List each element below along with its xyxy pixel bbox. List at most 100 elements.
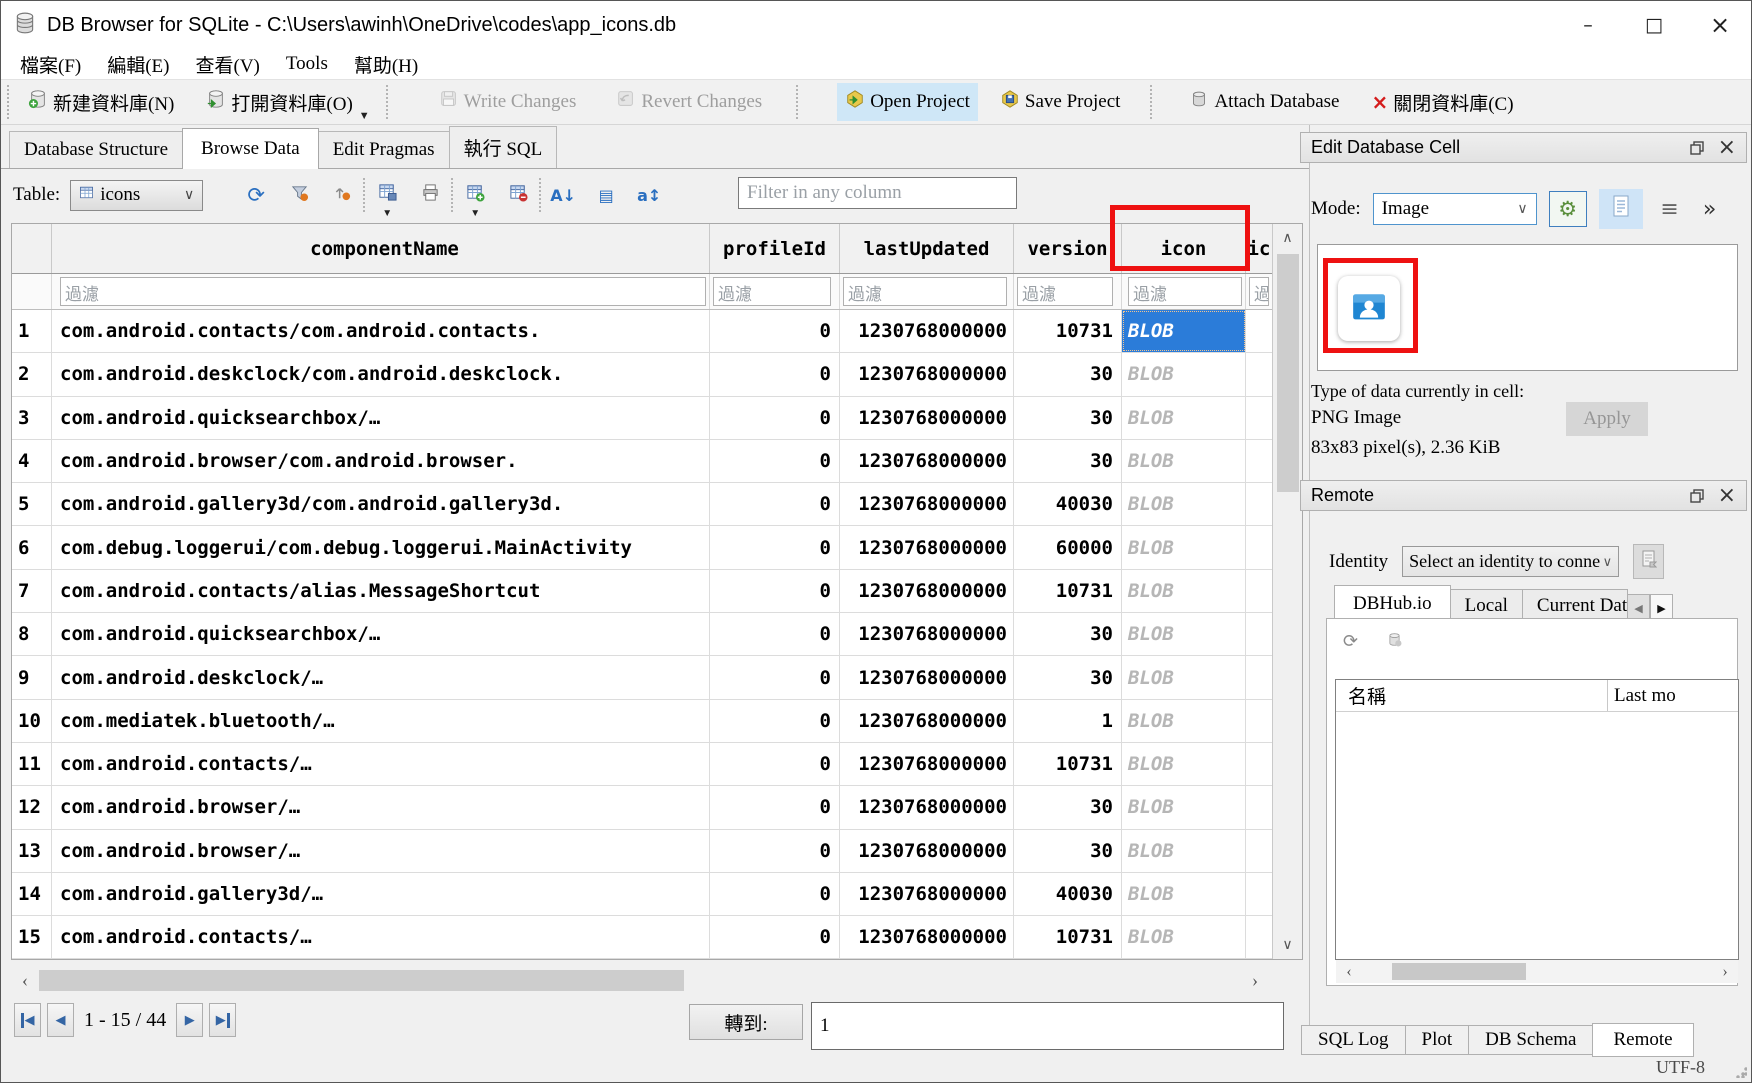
- cell[interactable]: 11: [12, 743, 52, 785]
- more-tools-button[interactable]: »: [1697, 191, 1723, 227]
- cell[interactable]: 7: [12, 570, 52, 612]
- auto-apply-button[interactable]: ⚙: [1549, 191, 1587, 227]
- cell[interactable]: BLOB: [1122, 830, 1246, 872]
- cell[interactable]: BLOB: [1122, 873, 1246, 915]
- cell[interactable]: 0: [710, 916, 840, 958]
- filter-partial[interactable]: 過濾: [1246, 274, 1272, 309]
- column-header-icon[interactable]: icon: [1122, 224, 1246, 273]
- attach-database-button[interactable]: Attach Database: [1181, 83, 1347, 121]
- cell[interactable]: [1246, 873, 1272, 915]
- open-database-button[interactable]: 打開資料庫(O): [198, 83, 360, 122]
- tab-browse-data[interactable]: Browse Data: [182, 128, 319, 169]
- cell[interactable]: 4: [12, 440, 52, 482]
- dock-separator[interactable]: [1309, 125, 1310, 1053]
- delete-record-button[interactable]: [503, 180, 533, 210]
- vertical-scrollbar[interactable]: ∧ ∨: [1272, 224, 1302, 959]
- cell[interactable]: 1230768000000: [840, 483, 1014, 525]
- cell[interactable]: BLOB: [1122, 353, 1246, 395]
- close-panel-icon[interactable]: ×: [1718, 483, 1736, 508]
- close-database-button[interactable]: × 關閉資料庫(C): [1363, 83, 1521, 122]
- horizontal-scrollbar-thumb[interactable]: [39, 970, 684, 991]
- filter-any-column-input[interactable]: [738, 177, 1017, 209]
- tab-execute-sql[interactable]: 執行 SQL: [449, 126, 558, 168]
- cell[interactable]: 30: [1014, 656, 1122, 698]
- scroll-down-icon[interactable]: ∨: [1273, 931, 1302, 959]
- apply-button[interactable]: Apply: [1566, 402, 1648, 436]
- cell[interactable]: 6: [12, 526, 52, 568]
- sort-toggle-button[interactable]: a↕: [634, 180, 664, 210]
- cell[interactable]: [1246, 830, 1272, 872]
- float-panel-icon[interactable]: [1690, 141, 1704, 155]
- table-row[interactable]: 12com.android.browser/…0123076800000030B…: [12, 786, 1272, 829]
- write-changes-button[interactable]: Write Changes: [431, 83, 585, 121]
- table-row[interactable]: 4com.android.browser/com.android.browser…: [12, 440, 1272, 483]
- table-select[interactable]: icons ∨: [70, 180, 203, 211]
- remote-database-list[interactable]: 名稱 Last mo: [1335, 679, 1739, 960]
- cell[interactable]: 0: [710, 786, 840, 828]
- cell[interactable]: 1230768000000: [840, 570, 1014, 612]
- cell[interactable]: BLOB: [1122, 700, 1246, 742]
- cell[interactable]: com.debug.loggerui/com.debug.loggerui.Ma…: [52, 526, 710, 568]
- goto-record-input[interactable]: [811, 1002, 1284, 1050]
- remote-tab-dbhub[interactable]: DBHub.io: [1334, 585, 1451, 622]
- cell[interactable]: 1230768000000: [840, 613, 1014, 655]
- cell[interactable]: 1: [1014, 700, 1122, 742]
- toolbar-drag-handle[interactable]: [7, 85, 12, 119]
- dock-tab-remote[interactable]: Remote: [1592, 1023, 1693, 1057]
- remote-refresh-icon[interactable]: ⟳: [1343, 631, 1358, 653]
- first-page-button[interactable]: ◀: [14, 1003, 41, 1037]
- dock-tab-sql-log[interactable]: SQL Log: [1301, 1025, 1406, 1055]
- filter-condition-button[interactable]: [327, 180, 357, 210]
- cell[interactable]: com.mediatek.bluetooth/…: [52, 700, 710, 742]
- cell[interactable]: BLOB: [1122, 916, 1246, 958]
- save-table-menu-arrow[interactable]: ▼: [382, 208, 392, 219]
- cell[interactable]: 0: [710, 570, 840, 612]
- remote-list-header-name[interactable]: 名稱: [1336, 680, 1608, 711]
- filter-componentName[interactable]: 過濾: [52, 274, 710, 309]
- cell[interactable]: 5: [12, 483, 52, 525]
- dictionary-button[interactable]: ▤: [591, 180, 621, 210]
- table-row[interactable]: 8com.android.quicksearchbox/…01230768000…: [12, 613, 1272, 656]
- cell[interactable]: 0: [710, 526, 840, 568]
- cell[interactable]: 10731: [1014, 310, 1122, 352]
- minimize-button[interactable]: –: [1555, 1, 1621, 49]
- cell[interactable]: 0: [710, 353, 840, 395]
- cell[interactable]: com.android.quicksearchbox/…: [52, 613, 710, 655]
- cell[interactable]: 15: [12, 916, 52, 958]
- resize-grip[interactable]: [1735, 1066, 1747, 1078]
- cell[interactable]: BLOB: [1122, 310, 1246, 352]
- filter-version[interactable]: 過濾: [1014, 274, 1122, 309]
- table-row[interactable]: 15com.android.contacts/…0123076800000010…: [12, 916, 1272, 959]
- scroll-up-icon[interactable]: ∧: [1273, 224, 1302, 252]
- dock-tab-plot[interactable]: Plot: [1405, 1025, 1470, 1055]
- cell[interactable]: 0: [710, 397, 840, 439]
- insert-record-button[interactable]: ▼: [460, 180, 490, 210]
- cell[interactable]: 0: [710, 873, 840, 915]
- remote-upload-database-icon[interactable]: [1386, 631, 1403, 653]
- table-row[interactable]: 7com.android.contacts/alias.MessageShort…: [12, 570, 1272, 613]
- cell[interactable]: 0: [710, 310, 840, 352]
- dock-tab-db-schema[interactable]: DB Schema: [1468, 1025, 1593, 1055]
- open-in-editor-button[interactable]: [1599, 189, 1643, 229]
- cell[interactable]: 13: [12, 830, 52, 872]
- menu-file[interactable]: 檔案(F): [7, 49, 94, 80]
- cell[interactable]: BLOB: [1122, 656, 1246, 698]
- cell[interactable]: 30: [1014, 613, 1122, 655]
- last-page-button[interactable]: ▶: [209, 1003, 236, 1037]
- cell[interactable]: com.android.browser/…: [52, 830, 710, 872]
- cell[interactable]: 10731: [1014, 916, 1122, 958]
- save-table-button[interactable]: ▼: [372, 180, 402, 210]
- cell[interactable]: 10731: [1014, 570, 1122, 612]
- column-header-componentName[interactable]: componentName: [52, 224, 710, 273]
- cell[interactable]: com.android.contacts/alias.MessageShortc…: [52, 570, 710, 612]
- menu-tools[interactable]: Tools: [273, 51, 341, 77]
- cell[interactable]: com.android.browser/com.android.browser.: [52, 440, 710, 482]
- cell[interactable]: BLOB: [1122, 743, 1246, 785]
- table-row[interactable]: 5com.android.gallery3d/com.android.galle…: [12, 483, 1272, 526]
- cell[interactable]: 0: [710, 613, 840, 655]
- cell[interactable]: [1246, 656, 1272, 698]
- float-panel-icon[interactable]: [1690, 489, 1704, 503]
- menu-view[interactable]: 查看(V): [183, 49, 273, 80]
- cell[interactable]: [1246, 397, 1272, 439]
- cell[interactable]: com.android.gallery3d/com.android.galler…: [52, 483, 710, 525]
